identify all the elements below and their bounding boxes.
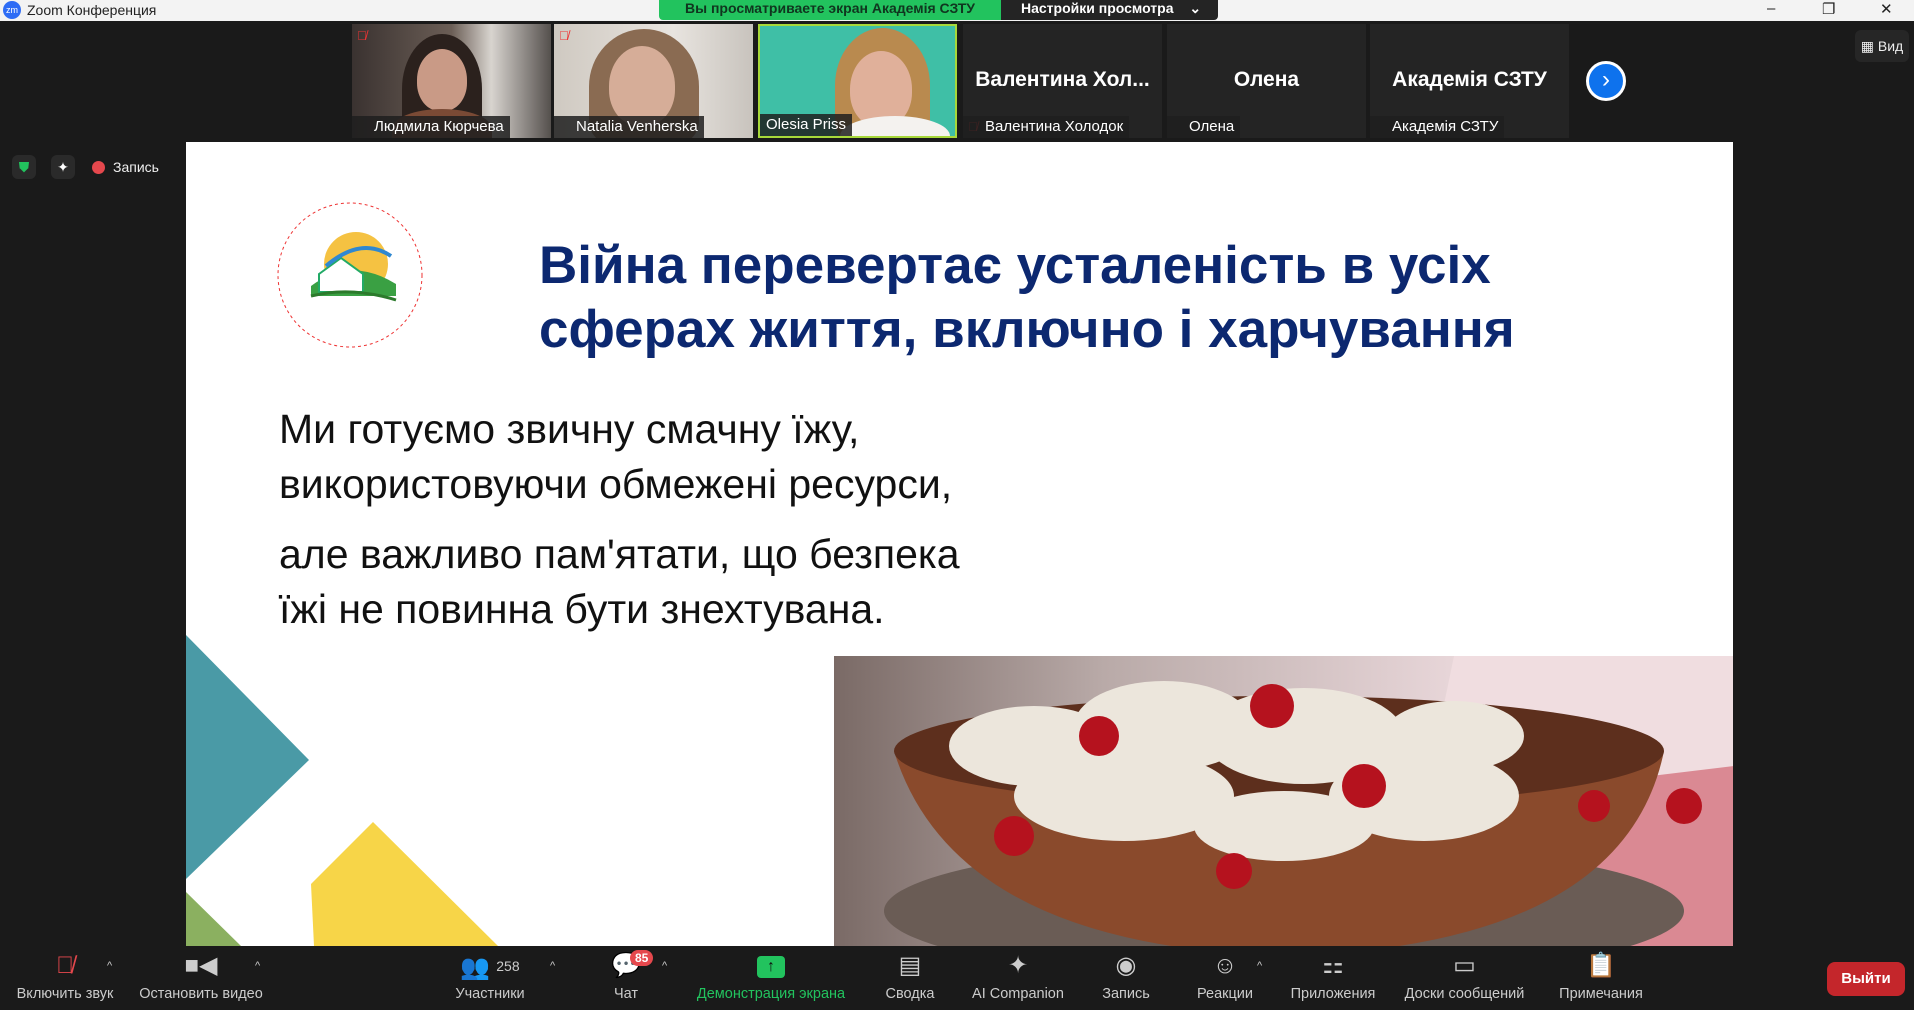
- teal-triangle: [186, 635, 309, 879]
- share-label: Демонстрация экрана: [696, 986, 846, 1002]
- record-label: Запись: [1102, 986, 1150, 1002]
- participant-tile[interactable]: Академія СЗТУ Академія СЗТУ: [1370, 24, 1569, 138]
- participant-name: Валентина Холодок: [963, 116, 1130, 138]
- next-page-button[interactable]: ›: [1586, 61, 1626, 101]
- window-title: Zoom Конференция: [27, 2, 157, 18]
- slide-title-line: Війна перевертає усталеність в усіх: [539, 236, 1491, 295]
- unmute-label: Включить звук: [16, 986, 114, 1002]
- chevron-down-icon: ⌄: [1189, 0, 1202, 16]
- participant-tile[interactable]: 🎙̸ Natalia Venherska: [554, 24, 753, 138]
- summary-icon: ▤: [898, 952, 922, 979]
- yellow-shape: [311, 822, 498, 946]
- camera-icon: ■◀: [184, 952, 218, 979]
- participant-tile-name: Валентина Хол...: [975, 68, 1150, 91]
- slide-paragraph: Ми готуємо звичну смачну їжу, використов…: [279, 402, 952, 512]
- reactions-icon: ☺: [1212, 952, 1238, 979]
- whiteboard-icon: ▭: [1453, 952, 1476, 979]
- view-button[interactable]: ▦ Вид: [1855, 30, 1909, 62]
- record-button[interactable]: ◉ Запись: [1090, 946, 1162, 1010]
- dumplings-photo: [834, 656, 1733, 946]
- mic-muted-icon: 🎙̸: [56, 952, 74, 979]
- participant-name: Natalia Venherska: [554, 116, 704, 138]
- green-triangle: [186, 892, 241, 946]
- reactions-options-caret[interactable]: ^: [1257, 960, 1262, 972]
- participant-tile[interactable]: Олена Олена: [1167, 24, 1366, 138]
- participant-name: Людмила Кюрчева: [352, 116, 510, 138]
- participants-count: 258: [496, 958, 520, 974]
- slide-title: Війна перевертає усталеність в усіх сфер…: [539, 234, 1515, 362]
- maximize-button[interactable]: ❐: [1822, 0, 1835, 18]
- participant-tile-name: Академія СЗТУ: [1392, 68, 1547, 91]
- ai-sparkle-icon[interactable]: ✦: [51, 155, 75, 179]
- record-dot-icon: [92, 161, 105, 174]
- apps-button[interactable]: ⚏ Приложения: [1283, 946, 1383, 1010]
- slide-text-line: але важливо пам'ятати, що безпека: [279, 531, 960, 577]
- view-label: Вид: [1877, 38, 1904, 54]
- ai-companion-icon: ✦: [1007, 952, 1029, 979]
- chevron-right-icon: ›: [1602, 66, 1610, 93]
- video-options-caret[interactable]: ^: [255, 960, 260, 972]
- minimize-button[interactable]: –: [1767, 0, 1775, 17]
- decorative-shapes: [186, 635, 498, 946]
- chat-label: Чат: [613, 986, 639, 1002]
- viewing-banner: Вы просматриваете экран Академія СЗТУ: [659, 0, 1001, 20]
- slide-paragraph: але важливо пам'ятати, що безпека їжі не…: [279, 527, 960, 637]
- unmute-button[interactable]: 🎙̸ Включить звук: [10, 946, 120, 1010]
- leave-button[interactable]: Выйти: [1827, 962, 1905, 996]
- mic-muted-icon: 🎙̸: [357, 28, 367, 43]
- reactions-label: Реакции: [1196, 986, 1253, 1002]
- share-screen-icon: ↑: [690, 946, 852, 986]
- participant-tile-active[interactable]: Olesia Priss: [758, 24, 957, 138]
- whiteboards-button[interactable]: ▭ Доски сообщений: [1397, 946, 1532, 1010]
- chat-options-caret[interactable]: ^: [662, 960, 667, 972]
- notes-label: Примечания: [1559, 986, 1643, 1002]
- recording-label: Запись: [113, 159, 159, 175]
- slide-text-line: Ми готуємо звичну смачну їжу,: [279, 406, 860, 452]
- notes-button[interactable]: 📋 Примечания: [1551, 946, 1651, 1010]
- summary-label: Сводка: [885, 986, 935, 1002]
- reactions-button[interactable]: ☺ Реакции: [1185, 946, 1265, 1010]
- participant-tile-name: Олена: [1233, 68, 1300, 91]
- notes-icon: 📋: [1586, 952, 1616, 979]
- share-screen-button[interactable]: ↑ Демонстрация экрана: [690, 946, 852, 1010]
- whiteboards-label: Доски сообщений: [1404, 986, 1525, 1002]
- rural-green-tourism-logo: [277, 202, 423, 348]
- shield-icon[interactable]: ⛊: [12, 155, 36, 179]
- view-settings-dropdown[interactable]: Настройки просмотра ⌄: [1001, 0, 1218, 20]
- record-icon: ◉: [1115, 952, 1137, 979]
- close-button[interactable]: ✕: [1880, 0, 1893, 18]
- participants-icon: 👥 258: [460, 954, 520, 981]
- participant-name: Олена: [1167, 116, 1241, 138]
- participant-face: [417, 49, 467, 111]
- participant-name: Академія СЗТУ: [1370, 116, 1505, 138]
- apps-icon: ⚏: [1322, 952, 1344, 979]
- ai-companion-button[interactable]: ✦ AI Companion: [962, 946, 1074, 1010]
- audio-options-caret[interactable]: ^: [107, 960, 112, 972]
- slide-title-line: сферах життя, включно і харчування: [539, 300, 1515, 359]
- participants-options-caret[interactable]: ^: [550, 960, 555, 972]
- participants-button[interactable]: 👥 258 Участники: [445, 946, 535, 1010]
- ai-companion-label: AI Companion: [972, 986, 1064, 1002]
- zoom-logo-icon: zm: [3, 1, 21, 19]
- stop-video-button[interactable]: ■◀ Остановить видео: [135, 946, 267, 1010]
- slide-text-line: використовуючи обмежені ресурси,: [279, 461, 953, 507]
- recording-indicator[interactable]: Запись: [92, 155, 159, 179]
- participant-tile[interactable]: Валентина Хол... 🎙̸ Валентина Холодок: [963, 24, 1162, 138]
- participant-tile[interactable]: 🎙̸ Людмила Кюрчева: [352, 24, 551, 138]
- summary-button[interactable]: ▤ Сводка: [870, 946, 950, 1010]
- video-label: Остановить видео: [139, 986, 263, 1002]
- apps-label: Приложения: [1290, 986, 1376, 1002]
- mic-muted-icon: 🎙̸: [559, 28, 569, 43]
- participants-label: Участники: [455, 986, 525, 1002]
- participant-face: [609, 46, 675, 126]
- participant-name: Olesia Priss: [760, 114, 853, 136]
- grid-icon: ▦: [1860, 38, 1874, 54]
- view-settings-label: Настройки просмотра: [1021, 0, 1174, 16]
- shared-screen-slide: Війна перевертає усталеність в усіх сфер…: [186, 142, 1733, 946]
- chat-badge: 85: [630, 950, 654, 966]
